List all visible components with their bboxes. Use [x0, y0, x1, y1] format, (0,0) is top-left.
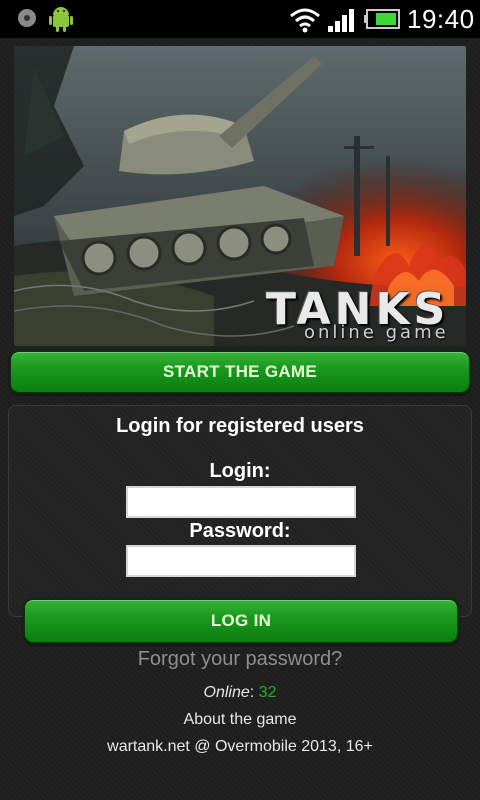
about-game-link[interactable]: About the game: [0, 711, 480, 729]
circle-status-icon: [18, 9, 36, 27]
clock: 19:40: [407, 4, 475, 34]
footer-text: wartank.net @ Overmobile 2013, 16+: [107, 738, 373, 755]
log-in-button[interactable]: LOG IN: [23, 598, 459, 644]
online-label: Online: [203, 684, 250, 701]
online-separator: :: [249, 684, 255, 701]
status-bar: 19:40: [0, 0, 480, 38]
start-game-button[interactable]: START THE GAME: [9, 350, 471, 394]
login-panel-title: Login for registered users: [116, 415, 364, 437]
password-input[interactable]: [126, 545, 356, 577]
wifi-icon: [290, 8, 320, 33]
login-label: Login:: [209, 460, 271, 482]
forgot-password-link[interactable]: Forgot your password?: [0, 648, 480, 671]
online-counter: Online: 32: [0, 684, 480, 702]
online-count: 32: [258, 684, 277, 701]
login-input[interactable]: [126, 486, 356, 518]
game-banner: TANKS online game: [14, 46, 466, 346]
battery-icon: [364, 9, 400, 29]
android-robot-icon: [49, 7, 73, 32]
password-label: Password:: [189, 520, 291, 542]
signal-icon: [328, 9, 354, 32]
banner-subtitle: online game: [304, 322, 449, 343]
